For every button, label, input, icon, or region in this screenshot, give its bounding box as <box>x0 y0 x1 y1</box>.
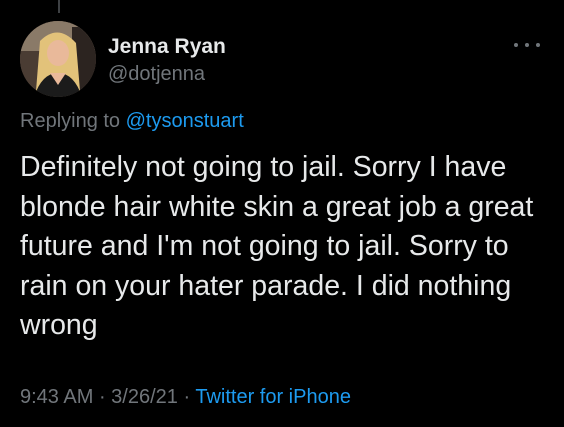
meta-separator: · <box>93 386 112 408</box>
meta-separator: · <box>177 386 196 408</box>
replying-to-label: Replying to <box>20 110 126 132</box>
tweet-time[interactable]: 9:43 AM <box>20 386 93 408</box>
author-display-name[interactable]: Jenna Ryan <box>108 34 226 60</box>
thread-connector-line <box>58 0 60 13</box>
replying-to: Replying to @tysonstuart <box>20 110 244 133</box>
tweet-source-link[interactable]: Twitter for iPhone <box>195 386 351 408</box>
more-options-button[interactable] <box>514 38 540 52</box>
author-handle[interactable]: @dotjenna <box>108 61 226 87</box>
more-horizontal-icon-dot <box>525 43 529 47</box>
tweet-metadata: 9:43 AM · 3/26/21 · Twitter for iPhone <box>20 386 351 409</box>
more-horizontal-icon-dot <box>536 43 540 47</box>
tweet-text: Definitely not going to jail. Sorry I ha… <box>20 151 534 341</box>
tweet-date[interactable]: 3/26/21 <box>111 386 178 408</box>
avatar[interactable] <box>20 21 96 97</box>
more-horizontal-icon <box>514 43 518 47</box>
reply-to-handle-link[interactable]: @tysonstuart <box>126 110 244 132</box>
tweet-author[interactable]: Jenna Ryan @dotjenna <box>108 34 226 87</box>
avatar-image <box>20 21 96 97</box>
